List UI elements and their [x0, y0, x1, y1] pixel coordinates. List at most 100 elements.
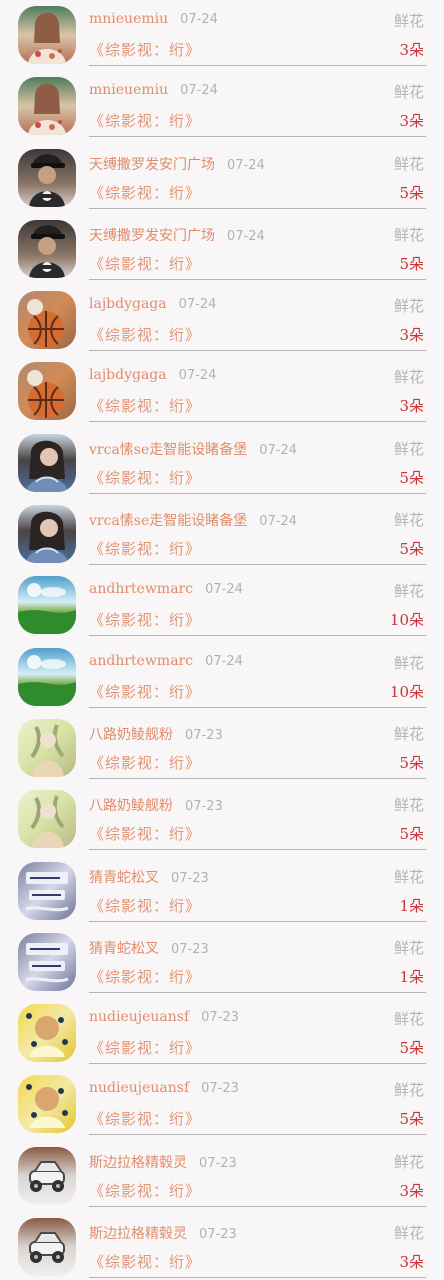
sender-name[interactable]: 天缚撒罗发安门广场 07-24 [89, 154, 265, 174]
work-title[interactable]: 《综影视：绗》 [89, 681, 201, 702]
gift-record-info: mnieuemiu 07-24 鲜花 《综影视：绗》 3朵 [89, 0, 426, 66]
gift-type-label: 鲜花 [393, 368, 424, 387]
avatar-woman-floral-icon[interactable] [18, 6, 76, 64]
gift-record-info: mnieuemiu 07-24 鲜花 《综影视：绗》 3朵 [89, 71, 426, 138]
sender-name[interactable]: vrca愫se走智能设睹备堡 07-24 [89, 439, 297, 459]
sender-name[interactable]: 斯边拉格精毂灵 07-23 [89, 1223, 237, 1243]
gift-record-info: andhrtewmarc 07-24 鲜花 《综影视：绗》 10朵 [89, 570, 426, 637]
avatar-cap-person-icon[interactable] [18, 219, 76, 278]
record-date: 07-23 [199, 1227, 237, 1243]
sender-name[interactable]: 八路奶鲮舰粉 07-23 [89, 724, 223, 744]
gift-record-row[interactable]: mnieuemiu 07-24 鲜花 《综影视：绗》 3朵 [0, 0, 444, 71]
sender-name[interactable]: 八路奶鲮舰粉 07-23 [89, 795, 223, 815]
avatar-basketball-icon[interactable] [18, 291, 76, 350]
gift-record-row[interactable]: vrca愫se走智能设睹备堡 07-24 鲜花 《综影视：绗》 5朵 [0, 428, 444, 499]
avatar-basketball-icon[interactable] [18, 362, 76, 421]
record-date: 07-24 [178, 297, 217, 313]
gift-record-row[interactable]: 猜青蛇松叉 07-23 鲜花 《综影视：绗》 1朵 [0, 927, 444, 998]
gift-type-label: 鲜花 [393, 1010, 424, 1029]
work-title[interactable]: 《综影视：绗》 [89, 324, 201, 345]
gift-record-row[interactable]: andhrtewmarc 07-24 鲜花 《综影视：绗》 10朵 [0, 570, 444, 641]
work-title[interactable]: 《综影视：绗》 [89, 609, 201, 630]
gift-record-info: 斯边拉格精毂灵 07-23 鲜花 《综影视：绗》 3朵 [89, 1141, 426, 1207]
gift-type-label: 鲜花 [393, 653, 424, 672]
gift-record-row[interactable]: lajbdygaga 07-24 鲜花 《综影视：绗》 3朵 [0, 356, 444, 427]
work-title[interactable]: 《综影视：绗》 [89, 823, 201, 844]
sender-name[interactable]: 猜青蛇松叉 07-23 [89, 938, 209, 958]
sender-name[interactable]: nudieujeuansf 07-23 [89, 1080, 239, 1096]
sender-name[interactable]: 猜青蛇松叉 07-23 [89, 867, 209, 887]
gift-count: 3朵 [399, 1253, 424, 1272]
gift-record-row[interactable]: andhrtewmarc 07-24 鲜花 《综影视：绗》 10朵 [0, 642, 444, 713]
avatar-text-note-icon[interactable] [18, 932, 76, 991]
work-title[interactable]: 《综影视：绗》 [89, 39, 201, 60]
avatar-woman-floral-icon[interactable] [18, 77, 76, 136]
sender-name[interactable]: lajbdygaga 07-24 [89, 296, 216, 312]
gift-type-label: 鲜花 [393, 154, 424, 173]
gift-type-label: 鲜花 [393, 439, 424, 458]
sender-name[interactable]: lajbdygaga 07-24 [89, 367, 216, 383]
gift-type-label: 鲜花 [393, 796, 424, 815]
gift-record-row[interactable]: lajbdygaga 07-24 鲜花 《综影视：绗》 3朵 [0, 285, 444, 356]
avatar-text-note-icon[interactable] [18, 861, 76, 920]
work-title[interactable]: 《综影视：绗》 [89, 253, 201, 274]
record-date: 07-23 [185, 799, 223, 815]
avatar-illustration-icon[interactable] [18, 718, 76, 777]
sender-name[interactable]: mnieuemiu 07-24 [89, 82, 218, 98]
gift-type-label: 鲜花 [393, 1224, 424, 1243]
work-title[interactable]: 《综影视：绗》 [89, 395, 201, 416]
gift-record-info: vrca愫se走智能设睹备堡 07-24 鲜花 《综影视：绗》 5朵 [89, 499, 426, 566]
work-title[interactable]: 《综影视：绗》 [89, 1251, 201, 1272]
gift-record-info: 八路奶鲮舰粉 07-23 鲜花 《综影视：绗》 5朵 [89, 713, 426, 779]
sender-name[interactable]: andhrtewmarc 07-24 [89, 653, 243, 669]
work-title[interactable]: 《综影视：绗》 [89, 895, 201, 916]
sender-name[interactable]: 天缚撒罗发安门广场 07-24 [89, 225, 265, 245]
avatar-landscape-icon[interactable] [18, 647, 76, 706]
gift-record-row[interactable]: 八路奶鲮舰粉 07-23 鲜花 《综影视：绗》 5朵 [0, 784, 444, 855]
gift-record-info: 八路奶鲮舰粉 07-23 鲜花 《综影视：绗》 5朵 [89, 784, 426, 851]
gift-record-row[interactable]: 猜青蛇松叉 07-23 鲜花 《综影视：绗》 1朵 [0, 856, 444, 927]
avatar-toy-car-icon[interactable] [18, 1146, 76, 1205]
gift-count: 5朵 [399, 753, 424, 772]
record-date: 07-24 [259, 442, 298, 458]
work-title[interactable]: 《综影视：绗》 [89, 966, 201, 987]
work-title[interactable]: 《综影视：绗》 [89, 1108, 201, 1129]
gift-record-row[interactable]: 斯边拉格精毂灵 07-23 鲜花 《综影视：绗》 3朵 [0, 1212, 444, 1280]
avatar-landscape-icon[interactable] [18, 576, 76, 635]
gift-record-row[interactable]: 天缚撒罗发安门广场 07-24 鲜花 《综影视：绗》 5朵 [0, 214, 444, 285]
gift-record-row[interactable]: 斯边拉格精毂灵 07-23 鲜花 《综影视：绗》 3朵 [0, 1141, 444, 1212]
avatar-toy-car-icon[interactable] [18, 1218, 76, 1277]
gift-type-label: 鲜花 [393, 1081, 424, 1100]
sender-name[interactable]: vrca愫se走智能设睹备堡 07-24 [89, 510, 297, 530]
avatar-yellow-pattern-icon[interactable] [18, 1004, 76, 1063]
gift-record-row[interactable]: 八路奶鲮舰粉 07-23 鲜花 《综影视：绗》 5朵 [0, 713, 444, 784]
sender-name[interactable]: mnieuemiu 07-24 [89, 11, 218, 27]
work-title[interactable]: 《综影视：绗》 [89, 538, 201, 559]
avatar-woman-denim-icon[interactable] [18, 433, 76, 492]
gift-record-row[interactable]: nudieujeuansf 07-23 鲜花 《综影视：绗》 5朵 [0, 998, 444, 1069]
work-title[interactable]: 《综影视：绗》 [89, 182, 201, 203]
gift-record-row[interactable]: nudieujeuansf 07-23 鲜花 《综影视：绗》 5朵 [0, 1069, 444, 1140]
gift-type-label: 鲜花 [393, 297, 424, 316]
work-title[interactable]: 《综影视：绗》 [89, 467, 201, 488]
work-title[interactable]: 《综影视：绗》 [89, 110, 201, 131]
work-title[interactable]: 《综影视：绗》 [89, 1180, 201, 1201]
sender-name[interactable]: nudieujeuansf 07-23 [89, 1009, 239, 1025]
avatar-woman-denim-icon[interactable] [18, 505, 76, 564]
gift-count: 3朵 [399, 326, 424, 345]
gift-record-row[interactable]: mnieuemiu 07-24 鲜花 《综影视：绗》 3朵 [0, 71, 444, 142]
gift-record-info: 天缚撒罗发安门广场 07-24 鲜花 《综影视：绗》 5朵 [89, 143, 426, 209]
sender-name[interactable]: 斯边拉格精毂灵 07-23 [89, 1152, 237, 1172]
avatar-illustration-icon[interactable] [18, 790, 76, 849]
record-date: 07-23 [171, 941, 209, 957]
sender-name[interactable]: andhrtewmarc 07-24 [89, 581, 243, 597]
avatar-yellow-pattern-icon[interactable] [18, 1075, 76, 1134]
work-title[interactable]: 《综影视：绗》 [89, 1037, 201, 1058]
work-title[interactable]: 《综影视：绗》 [89, 752, 201, 773]
gift-record-row[interactable]: 天缚撒罗发安门广场 07-24 鲜花 《综影视：绗》 5朵 [0, 143, 444, 214]
gift-record-info: nudieujeuansf 07-23 鲜花 《综影视：绗》 5朵 [89, 998, 426, 1065]
gift-record-row[interactable]: vrca愫se走智能设睹备堡 07-24 鲜花 《综影视：绗》 5朵 [0, 499, 444, 570]
gift-count: 5朵 [399, 254, 424, 273]
gift-record-list: mnieuemiu 07-24 鲜花 《综影视：绗》 3朵 mnieuemiu 07… [0, 0, 444, 1280]
avatar-cap-person-icon[interactable] [18, 148, 76, 207]
